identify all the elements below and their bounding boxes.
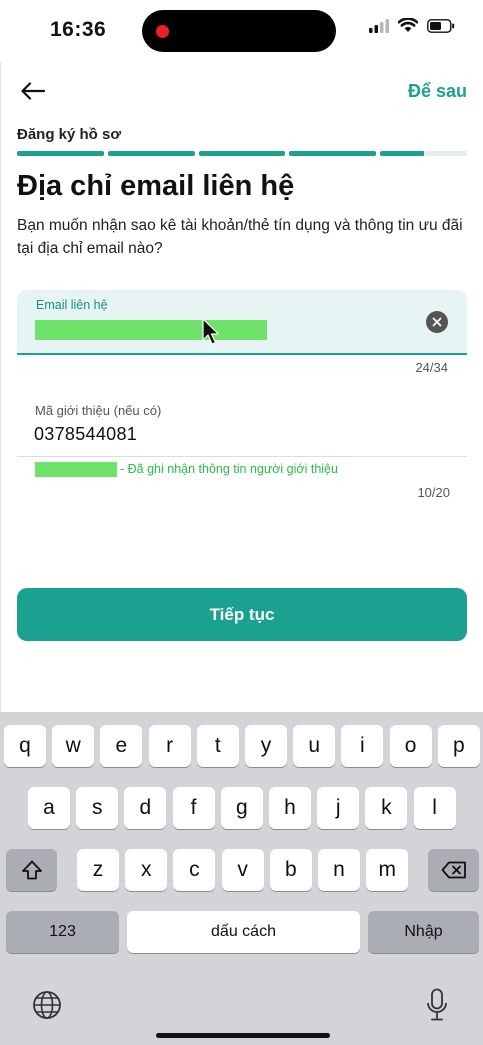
progress-segment [198,151,286,156]
wifi-icon [398,18,418,32]
key-a[interactable]: a [28,787,70,829]
progress-segment [380,151,467,156]
key-m[interactable]: m [366,849,409,891]
shift-key[interactable] [6,849,57,891]
status-icons [369,18,455,33]
return-key[interactable]: Nhập [368,911,479,953]
step-label: Đăng ký hồ sơ [17,126,122,143]
dictation-key[interactable] [422,986,452,1024]
step-progress-bar [17,151,467,156]
close-icon [432,317,442,327]
backspace-key[interactable] [428,849,479,891]
key-g[interactable]: g [220,787,263,829]
shift-icon [21,860,42,880]
referral-field-underline [17,456,467,457]
mouse-pointer-icon [202,318,220,345]
key-u[interactable]: u [293,725,336,767]
key-t[interactable]: t [196,725,239,767]
battery-icon [427,18,455,33]
back-button[interactable] [18,78,48,104]
status-bar: 16:36 [0,0,483,62]
key-s[interactable]: s [76,787,119,829]
page-title: Địa chỉ email liên hệ [17,170,295,202]
globe-key[interactable] [30,988,64,1022]
email-field-label: Email liên hệ [36,298,108,312]
numbers-key[interactable]: 123 [6,911,119,953]
key-h[interactable]: h [269,787,311,829]
progress-segment [17,151,104,156]
key-w[interactable]: w [52,725,95,767]
key-q[interactable]: q [4,725,46,767]
key-f[interactable]: f [172,787,215,829]
key-k[interactable]: k [365,787,408,829]
key-c[interactable]: c [173,849,216,891]
skip-later-link[interactable]: Để sau [408,81,467,102]
email-char-count: 24/34 [415,360,448,375]
key-d[interactable]: d [124,787,167,829]
referrer-name-redacted [35,462,117,477]
backspace-icon [441,861,466,879]
referral-confirmation-text: - Đã ghi nhận thông tin người giới thiệu [120,462,338,476]
key-n[interactable]: n [318,849,360,891]
email-value-redacted[interactable] [35,320,267,340]
key-o[interactable]: o [389,725,432,767]
dynamic-island [142,10,336,52]
screen-edge-divider [0,62,1,712]
keyboard: qwertyuiop asdfghjkl zxcvbnm 123 dấu các… [0,712,483,1045]
key-p[interactable]: p [437,725,480,767]
arrow-left-icon [21,82,45,100]
key-l[interactable]: l [413,787,456,829]
globe-icon [33,991,61,1019]
clear-email-button[interactable] [426,311,448,333]
key-x[interactable]: x [125,849,168,891]
progress-segment [107,151,195,156]
key-z[interactable]: z [77,849,119,891]
referral-code-input[interactable]: 0378544081 [34,424,137,445]
referral-field-label: Mã giới thiệu (nếu có) [35,403,162,418]
key-i[interactable]: i [341,725,384,767]
referral-char-count: 10/20 [417,485,450,500]
recording-indicator-icon [156,25,169,38]
home-indicator [156,1033,330,1038]
status-time: 16:36 [50,18,107,41]
key-r[interactable]: r [148,725,191,767]
key-y[interactable]: y [245,725,287,767]
key-e[interactable]: e [100,725,143,767]
email-field[interactable]: Email liên hệ [17,290,467,355]
space-key[interactable]: dấu cách [127,911,360,953]
key-v[interactable]: v [221,849,264,891]
key-b[interactable]: b [269,849,312,891]
signal-icon [369,18,389,33]
microphone-icon [427,988,447,1021]
key-j[interactable]: j [317,787,360,829]
continue-button[interactable]: Tiếp tục [17,588,467,641]
progress-segment [289,151,377,156]
page-description: Bạn muốn nhận sao kê tài khoản/thẻ tín d… [17,217,463,257]
